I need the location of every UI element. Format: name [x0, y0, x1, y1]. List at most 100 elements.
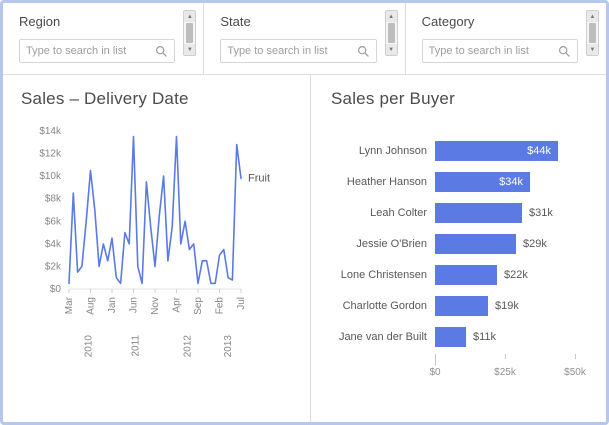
- filter-scrollbar[interactable]: ▲ ▼: [385, 10, 398, 56]
- scroll-down-icon[interactable]: ▼: [184, 44, 195, 55]
- dashboard-canvas: Region ▲ ▼ State ▲ ▼ Cat: [0, 0, 609, 425]
- bar-value-label: $29k: [523, 238, 547, 250]
- bar[interactable]: $34k: [435, 172, 530, 192]
- x-axis-tick: [505, 354, 506, 359]
- filter-search-input[interactable]: [26, 45, 155, 57]
- bar-chart-x-axis: $0$25k$50k: [435, 354, 606, 382]
- x-axis-month-label: Sep: [193, 297, 204, 315]
- filter-scrollbar[interactable]: ▲ ▼: [586, 10, 599, 56]
- scroll-thumb[interactable]: [589, 23, 596, 43]
- bar-track: $44k: [435, 141, 606, 161]
- bar-value-label: $19k: [495, 300, 519, 312]
- bar-track: $34k: [435, 172, 606, 192]
- filter-title: Region: [19, 14, 189, 29]
- filter-search: [422, 39, 578, 63]
- x-axis-year-label: 2013: [223, 335, 234, 358]
- bar[interactable]: [435, 234, 516, 254]
- x-axis-tick: [575, 354, 576, 359]
- scroll-up-icon[interactable]: ▲: [184, 11, 195, 22]
- bar-chart[interactable]: Lynn Johnson$44k Heather Hanson $34k Leah C…: [331, 135, 606, 352]
- x-axis-month-label: Feb: [215, 297, 226, 315]
- y-axis-label: $6k: [45, 216, 62, 227]
- bar-row: Jane van der Built $11k: [331, 321, 606, 352]
- filter-panel-state: State ▲ ▼: [204, 3, 405, 74]
- x-axis-month-label: Jun: [129, 297, 140, 313]
- scroll-down-icon[interactable]: ▼: [587, 44, 598, 55]
- bar-category-label: Jane van der Built: [331, 331, 435, 343]
- bar-track: $19k: [435, 296, 606, 316]
- scroll-thumb[interactable]: [186, 23, 193, 43]
- bar-track: $29k: [435, 234, 606, 254]
- bar-category-label: Leah Colter: [331, 207, 435, 219]
- bar-category-label: Lynn Johnson: [331, 145, 435, 157]
- search-icon: [558, 45, 571, 58]
- x-axis-month-label: Apr: [172, 296, 183, 312]
- filter-scrollbar[interactable]: ▲ ▼: [183, 10, 196, 56]
- y-axis-label: $10k: [39, 171, 62, 182]
- filter-title: Category: [422, 14, 592, 29]
- bar[interactable]: [435, 327, 466, 347]
- scroll-down-icon[interactable]: ▼: [386, 44, 397, 55]
- filter-search-input[interactable]: [429, 45, 558, 57]
- filter-row: Region ▲ ▼ State ▲ ▼ Cat: [3, 3, 606, 75]
- x-axis-year-label: 2010: [83, 335, 94, 358]
- sales-line-series[interactable]: [69, 137, 241, 284]
- bar-value-label: $31k: [529, 207, 553, 219]
- line-chart-panel: Sales – Delivery Date $0 $2k $4k $6k $8k $10k…: [3, 75, 311, 422]
- bar-row: Charlotte Gordon $19k: [331, 290, 606, 321]
- bar-category-label: Jessie O'Brien: [331, 238, 435, 250]
- scroll-up-icon[interactable]: ▲: [587, 11, 598, 22]
- bar-category-label: Heather Hanson: [331, 176, 435, 188]
- bar-category-label: Lone Christensen: [331, 269, 435, 281]
- line-chart[interactable]: $0 $2k $4k $6k $8k $10k $12k $14k Mar Aug Jan Jun No…: [21, 117, 286, 367]
- filter-search-input[interactable]: [227, 45, 356, 57]
- line-chart-title: Sales – Delivery Date: [21, 89, 310, 109]
- bar-value-label: $22k: [504, 269, 528, 281]
- charts-row: Sales – Delivery Date $0 $2k $4k $6k $8k $10k…: [3, 75, 606, 422]
- bar-category-label: Charlotte Gordon: [331, 300, 435, 312]
- x-axis-tick-label: $50k: [564, 367, 586, 378]
- bar-row: Jessie O'Brien $29k: [331, 228, 606, 259]
- bar-row: Leah Colter $31k: [331, 197, 606, 228]
- bar-row: Heather Hanson $34k: [331, 166, 606, 197]
- scroll-up-icon[interactable]: ▲: [386, 11, 397, 22]
- bar-row: Lynn Johnson$44k: [331, 135, 606, 166]
- x-axis-year-label: 2011: [131, 335, 142, 357]
- bar[interactable]: [435, 203, 522, 223]
- bar[interactable]: [435, 265, 497, 285]
- x-axis-tick-label: $25k: [494, 367, 516, 378]
- bar-value-label: $34k: [499, 176, 530, 188]
- bar-track: $31k: [435, 203, 606, 223]
- bar-value-label: $11k: [473, 331, 496, 343]
- search-icon: [357, 45, 370, 58]
- bar[interactable]: $44k: [435, 141, 558, 161]
- y-axis-label: $14k: [39, 126, 62, 137]
- x-axis-tick: [435, 354, 436, 366]
- y-axis-label: $12k: [39, 149, 62, 160]
- filter-title: State: [220, 14, 390, 29]
- filter-panel-region: Region ▲ ▼: [3, 3, 204, 74]
- bar-track: $11k: [435, 327, 606, 347]
- x-axis-month-label: Jan: [107, 297, 118, 313]
- y-axis-label: $2k: [45, 261, 62, 272]
- y-axis-label: $8k: [45, 194, 62, 205]
- bar-chart-panel: Sales per Buyer Lynn Johnson$44kHeather …: [311, 75, 606, 422]
- filter-search: [19, 39, 175, 63]
- search-icon: [155, 45, 168, 58]
- filter-search: [220, 39, 376, 63]
- y-axis-label: $0: [50, 284, 62, 295]
- bar-chart-title: Sales per Buyer: [331, 89, 606, 109]
- x-axis-month-label: Aug: [86, 297, 97, 315]
- bar-track: $22k: [435, 265, 606, 285]
- x-axis-month-label: Mar: [64, 296, 75, 314]
- scroll-thumb[interactable]: [388, 23, 395, 43]
- bar[interactable]: [435, 296, 488, 316]
- x-axis-month-label: Jul: [236, 297, 247, 310]
- filter-panel-category: Category ▲ ▼: [406, 3, 606, 74]
- x-axis-month-label: Nov: [150, 297, 161, 315]
- series-label-fruit: Fruit: [248, 172, 270, 184]
- y-axis-label: $4k: [45, 239, 62, 250]
- bar-row: Lone Christensen $22k: [331, 259, 606, 290]
- x-axis-tick-label: $0: [429, 367, 440, 378]
- x-axis-year-label: 2012: [182, 335, 193, 358]
